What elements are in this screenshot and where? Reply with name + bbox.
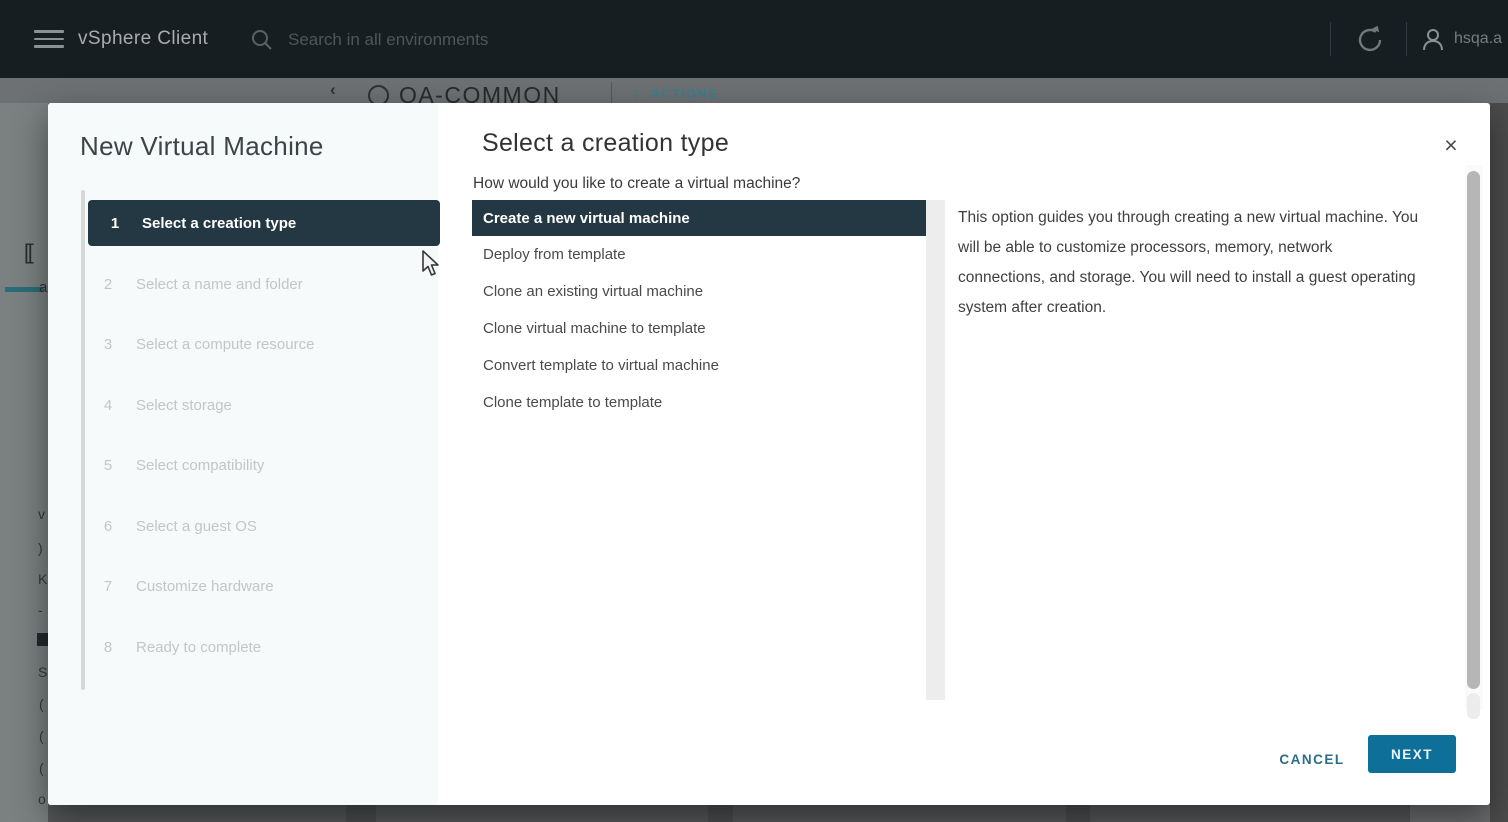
option-description: This option guides you through creating … [958, 203, 1420, 323]
wizard-step-5[interactable]: 5 Select compatibility [103, 450, 423, 480]
topbar-divider [1330, 22, 1331, 56]
wizard-steps-panel: New Virtual Machine 1 Select a creation … [48, 103, 438, 805]
background-table-divider [708, 805, 733, 822]
search-icon [250, 28, 274, 52]
wizard-step-6[interactable]: 6 Select a guest OS [103, 511, 423, 541]
tree-fragment: ( [39, 728, 44, 744]
option-deploy-from-template[interactable]: Deploy from template [472, 236, 926, 273]
object-name: QA-COMMON [399, 82, 561, 103]
tree-fragment: o [38, 791, 46, 807]
user-icon [1420, 26, 1446, 52]
wizard-step-3[interactable]: 3 Select a compute resource [103, 329, 423, 359]
search-input[interactable]: Search in all environments [250, 24, 1010, 56]
top-bar: vSphere Client Search in all environment… [0, 0, 1508, 78]
step-number: 7 [103, 578, 113, 595]
background-table-divider [346, 805, 376, 822]
background-table-divider [1066, 805, 1090, 822]
creation-type-question: How would you like to create a virtual m… [473, 175, 800, 193]
option-create-new-vm[interactable]: Create a new virtual machine [472, 200, 926, 236]
close-icon[interactable]: × [1440, 135, 1462, 157]
breadcrumb: ‹ QA-COMMON ⋮ ACTIONS [0, 78, 1508, 103]
step-label: Select compatibility [136, 457, 264, 474]
dialog-scrollbar-tail [1467, 693, 1480, 719]
kebab-icon: ⋮ [629, 89, 642, 100]
option-clone-existing-vm[interactable]: Clone an existing virtual machine [472, 273, 926, 310]
dialog-scrollbar-thumb[interactable] [1467, 171, 1480, 689]
back-chevron-icon[interactable]: ‹ [330, 80, 336, 100]
user-menu[interactable]: hsqa.a [1420, 26, 1508, 52]
dimmed-background-bottom [48, 805, 1490, 822]
username: hsqa.a [1454, 30, 1502, 48]
actions-label: ACTIONS [651, 87, 718, 101]
step-label: Select a name and folder [136, 276, 303, 293]
tree-fragment: K [38, 571, 47, 587]
tree-fragment: ( [39, 696, 44, 712]
search-placeholder: Search in all environments [288, 30, 488, 50]
actions-menu[interactable]: ⋮ ACTIONS [629, 87, 718, 101]
tree-fragment: ) [38, 540, 43, 556]
divider [611, 82, 612, 103]
option-clone-vm-to-template[interactable]: Clone virtual machine to template [472, 310, 926, 347]
vm-icon [37, 633, 48, 646]
option-convert-template-to-vm[interactable]: Convert template to virtual machine [472, 347, 926, 384]
steps-progress-bar [81, 190, 85, 690]
dialog-title: New Virtual Machine [80, 131, 324, 162]
step-label: Customize hardware [136, 578, 274, 595]
dimmed-sidebar-remnant: [[ al v ) K - S ( ( ( o n A E [0, 103, 48, 822]
tree-fragment: S [38, 664, 47, 680]
dimmed-background-right [1490, 103, 1508, 822]
next-button[interactable]: NEXT [1368, 735, 1456, 773]
step-number: 2 [103, 276, 113, 293]
step-label: Select a guest OS [136, 518, 257, 535]
step-label: Ready to complete [136, 639, 261, 656]
object-icon [368, 85, 389, 103]
options-scrollbar-track[interactable] [926, 200, 945, 700]
page-title: Select a creation type [482, 129, 729, 158]
wizard-step-4[interactable]: 4 Select storage [103, 390, 423, 420]
step-label: Select a compute resource [136, 336, 314, 353]
step-number: 1 [110, 215, 120, 232]
wizard-step-8[interactable]: 8 Ready to complete [103, 632, 423, 662]
step-label: Select storage [136, 397, 232, 414]
tree-fragment: [[ [24, 241, 32, 265]
step-label: Select a creation type [142, 215, 296, 232]
step-number: 5 [103, 457, 113, 474]
tree-fragment: al [39, 279, 48, 296]
menu-icon[interactable] [34, 30, 64, 48]
step-number: 8 [103, 639, 113, 656]
dialog-scrollbar-track [1465, 165, 1483, 710]
refresh-icon[interactable] [1352, 22, 1388, 58]
creation-type-list: Create a new virtual machine Deploy from… [472, 200, 926, 421]
tree-fragment: - [38, 602, 43, 618]
tree-fragment: ( [39, 760, 44, 776]
step-number: 6 [103, 518, 113, 535]
option-clone-template-to-template[interactable]: Clone template to template [472, 384, 926, 421]
topbar-divider [1406, 22, 1407, 56]
app-title: vSphere Client [78, 28, 208, 50]
wizard-step-1[interactable]: 1 Select a creation type [88, 200, 440, 246]
step-number: 4 [103, 397, 113, 414]
wizard-step-7[interactable]: 7 Customize hardware [103, 571, 423, 601]
tree-fragment: v [38, 506, 45, 522]
step-number: 3 [103, 336, 113, 353]
new-vm-wizard-dialog: New Virtual Machine 1 Select a creation … [48, 103, 1490, 805]
wizard-step-2[interactable]: 2 Select a name and folder [103, 269, 423, 299]
cancel-button[interactable]: CANCEL [1266, 741, 1358, 777]
background-table-cell [1410, 805, 1490, 822]
